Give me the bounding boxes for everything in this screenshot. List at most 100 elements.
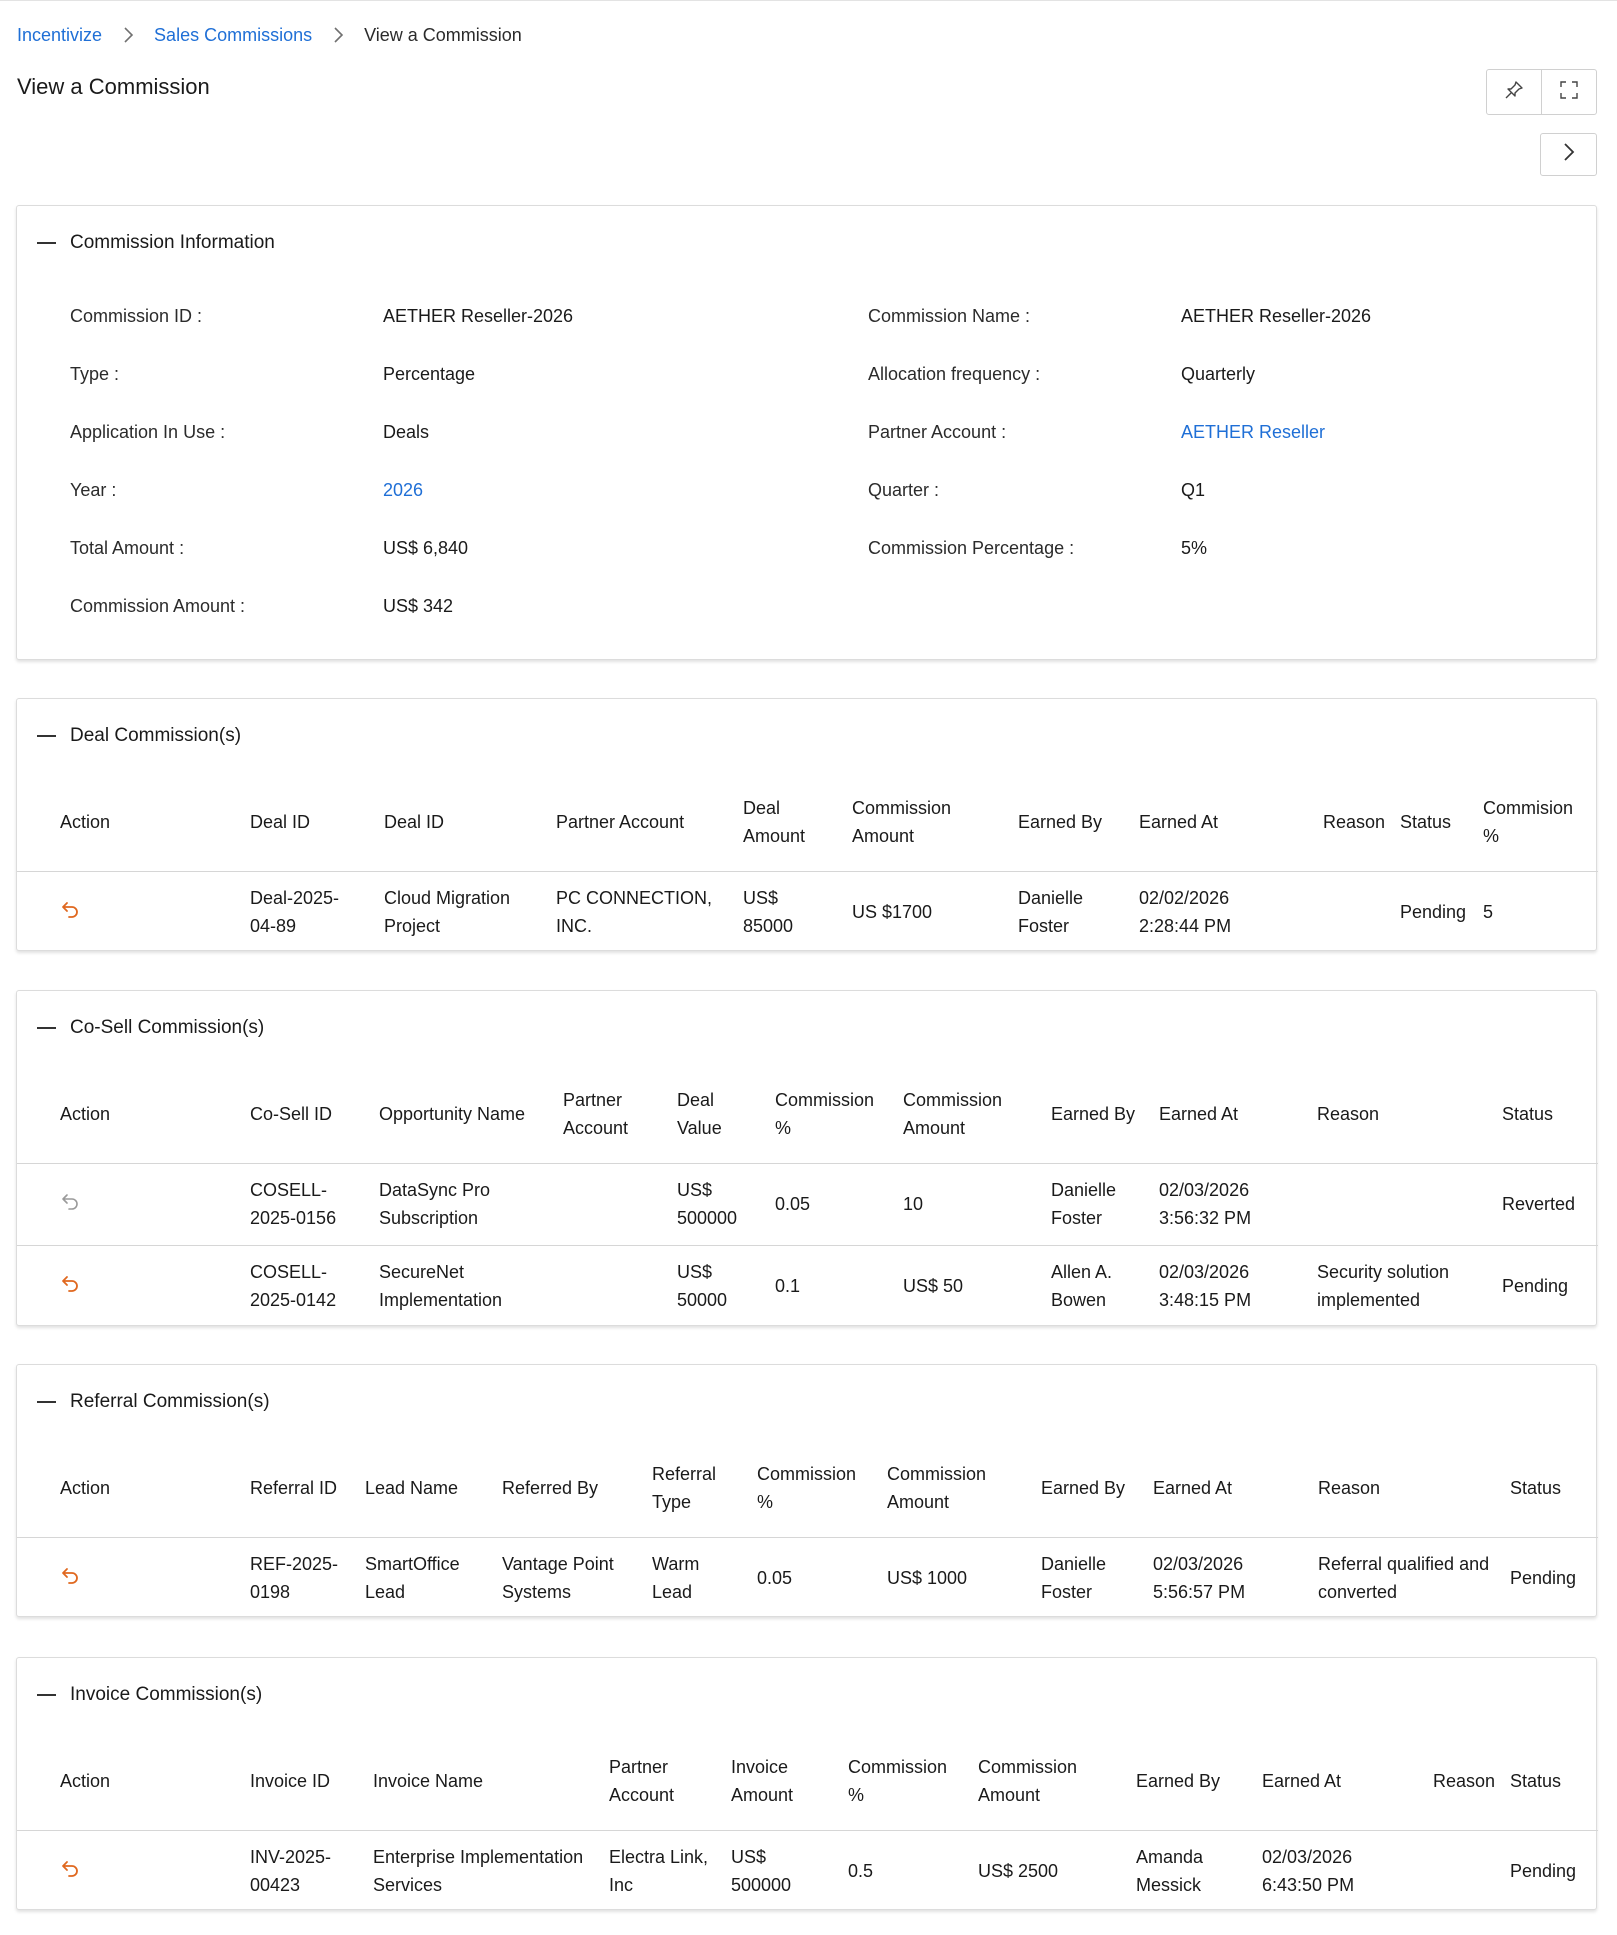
col-opportunity-name: Opportunity Name <box>379 1103 526 1124</box>
col-referred-by: Referred By <box>502 1477 599 1498</box>
cosell-id-link[interactable]: COSELL- 2025-0156 <box>250 1163 379 1245</box>
commission-pct: 0.5 <box>848 1861 874 1882</box>
partner-account <box>563 1163 677 1245</box>
breadcrumb-sales-commissions[interactable]: Sales Commissions <box>154 25 312 46</box>
invoice-commissions-table: Action Invoice ID Invoice Name Partner Ac… <box>17 1732 1598 1912</box>
commission-amount: US $1700 <box>852 902 933 923</box>
earned-at: 02/03/2026 3:56:32 PM <box>1159 1180 1252 1228</box>
reason <box>1433 1830 1510 1912</box>
revert-button[interactable] <box>60 1859 80 1878</box>
header-toolbar <box>1486 69 1597 115</box>
revert-button <box>60 1192 80 1210</box>
action-cell <box>17 871 250 953</box>
partner-account <box>563 1245 677 1327</box>
col-status: Status <box>1510 1477 1562 1498</box>
year-link[interactable]: 2026 <box>383 475 423 505</box>
info-row: Application In Use : Deals Partner Accou… <box>17 417 1596 447</box>
earned-by-link[interactable]: Danielle Foster <box>1051 1163 1159 1245</box>
section-header: Referral Commission(s) <box>17 1365 270 1439</box>
status: Reverted <box>1502 1194 1576 1214</box>
fullscreen-button[interactable] <box>1541 70 1596 114</box>
undo-icon <box>62 1861 78 1878</box>
commission-pct: 5 <box>1483 902 1494 923</box>
col-commission-amount: Commission Amount <box>852 797 952 846</box>
col-referral-type: Referral Type <box>652 1463 717 1512</box>
deal-id-link[interactable]: Deal-2025- 04-89 <box>250 871 384 953</box>
minus-icon[interactable] <box>37 1027 56 1029</box>
cosell-id-link[interactable]: COSELL- 2025-0142 <box>250 1245 379 1327</box>
col-commission-pct: Commission% <box>757 1463 857 1512</box>
col-deal-id: Deal ID <box>250 811 311 832</box>
col-reason: Reason <box>1433 1770 1496 1791</box>
status: Pending <box>1400 902 1467 923</box>
minus-icon[interactable] <box>37 1694 56 1696</box>
invoice-name: Enterprise Implementation Services <box>373 1847 584 1896</box>
pin-button[interactable] <box>1487 70 1541 114</box>
next-record-button[interactable] <box>1540 133 1597 176</box>
earned-by-link[interactable]: Amanda Messick <box>1136 1830 1262 1912</box>
info-row: Year : 2026 Quarter : Q1 <box>17 475 1596 505</box>
partner-account-label: Partner Account : <box>868 422 1007 442</box>
revert-button[interactable] <box>60 1566 80 1585</box>
referral-commissions-table: Action Referral ID Lead Name Referred By… <box>17 1439 1598 1619</box>
invoice-id-link[interactable]: INV-2025- 00423 <box>250 1830 373 1912</box>
undo-icon <box>62 1276 78 1293</box>
col-partner-account: Partner Account <box>556 811 685 832</box>
partner-account-link[interactable]: Electra Link, Inc <box>609 1830 731 1912</box>
partner-account-link[interactable]: AETHER Reseller <box>1181 417 1325 447</box>
earned-at: 02/03/2026 5:56:57 PM <box>1153 1554 1246 1603</box>
col-status: Status <box>1400 811 1452 832</box>
commission-amount: US$ 2500 <box>978 1861 1059 1882</box>
minus-icon[interactable] <box>37 1401 56 1403</box>
lead-name: SmartOffice Lead <box>365 1554 460 1603</box>
quarter-label: Quarter : <box>868 480 940 500</box>
col-commission-pct: Commision% <box>1483 797 1574 846</box>
col-reason: Reason <box>1323 811 1386 832</box>
col-commission-pct: Commission% <box>848 1756 948 1805</box>
section-title: Referral Commission(s) <box>70 1391 270 1412</box>
minus-icon[interactable] <box>37 242 56 244</box>
commission-id-value: AETHER Reseller-2026 <box>383 306 574 326</box>
section-header: Commission Information <box>17 206 275 280</box>
quarter-value: Q1 <box>1181 480 1206 500</box>
col-commission-amount: Commission Amount <box>903 1089 1003 1138</box>
total-amount-label: Total Amount : <box>70 538 185 558</box>
section-title: Commission Information <box>70 232 275 253</box>
breadcrumb-incentivize[interactable]: Incentivize <box>17 25 102 46</box>
commission-pct: 0.1 <box>775 1276 801 1297</box>
table-header-row: Action Deal ID Deal ID Partner Account D… <box>17 773 1598 871</box>
referred-by-link[interactable]: Vantage Point Systems <box>502 1537 652 1619</box>
col-action: Action <box>60 1477 111 1498</box>
chevron-right-icon <box>122 26 134 44</box>
action-cell <box>17 1163 250 1245</box>
deal-value: US$ 500000 <box>677 1180 738 1228</box>
type-value: Percentage <box>383 364 476 384</box>
commission-amount-value: US$ 342 <box>383 596 454 616</box>
revert-button[interactable] <box>60 1274 80 1293</box>
reason: Referral qualified and converted <box>1318 1554 1490 1603</box>
earned-by-link[interactable]: Allen A. Bowen <box>1051 1245 1159 1327</box>
col-cosell-id: Co-Sell ID <box>250 1103 333 1124</box>
total-amount-value: US$ 6,840 <box>383 538 469 558</box>
info-row: Commission ID : AETHER Reseller-2026 Com… <box>17 301 1596 331</box>
section-title: Co-Sell Commission(s) <box>70 1017 265 1038</box>
referral-id-link[interactable]: REF-2025- 0198 <box>250 1537 365 1619</box>
revert-button[interactable] <box>60 900 80 919</box>
section-title: Deal Commission(s) <box>70 725 242 746</box>
col-lead-name: Lead Name <box>365 1477 459 1498</box>
col-partner-account: Partner Account <box>563 1089 629 1138</box>
section-title: Invoice Commission(s) <box>70 1684 263 1705</box>
page-title: View a Commission <box>17 74 210 99</box>
minus-icon[interactable] <box>37 735 56 737</box>
earned-by-link[interactable]: Danielle Foster <box>1041 1537 1153 1619</box>
section-header: Invoice Commission(s) <box>17 1658 262 1732</box>
earned-by-link[interactable]: Danielle Foster <box>1018 871 1139 953</box>
commission-amount: US$ 1000 <box>887 1568 968 1589</box>
col-partner-account: Partner Account <box>609 1756 675 1805</box>
col-action: Action <box>60 811 111 832</box>
partner-account-link[interactable]: PC CONNECTION, INC. <box>556 871 743 953</box>
commission-amount: US$ 50 <box>903 1276 964 1297</box>
col-commission-amount: Commission Amount <box>887 1463 987 1512</box>
col-commission-pct: Commission% <box>775 1089 875 1138</box>
table-row: INV-2025- 00423 Enterprise Implementation… <box>17 1830 1598 1912</box>
